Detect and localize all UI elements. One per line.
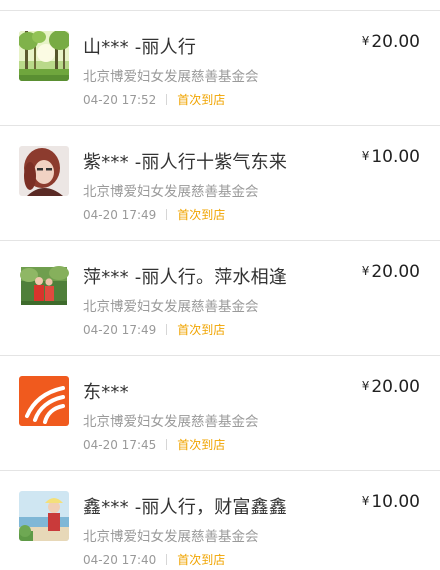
first-visit-tag: 首次到店 (177, 438, 226, 452)
currency-symbol: ¥ (361, 149, 370, 163)
donation-time: 04-20 17:52 (83, 92, 157, 107)
donation-item[interactable]: 东*** ¥20.00 北京博爱妇女发展慈善基金会 04-20 17:45 首次… (0, 356, 440, 470)
amount-value: 10.00 (371, 147, 420, 167)
forest-photo-avatar (19, 31, 69, 81)
donation-amount: ¥20.00 (362, 32, 420, 52)
donation-time: 04-20 17:45 (83, 437, 157, 452)
organization-name: 北京博爱妇女发展慈善基金会 (83, 529, 259, 545)
currency-symbol: ¥ (361, 264, 370, 278)
donation-time: 04-20 17:49 (83, 322, 157, 337)
donation-meta: 04-20 17:49 首次到店 (83, 206, 225, 223)
orange-logo-avatar (19, 376, 69, 426)
amount-value: 20.00 (371, 262, 420, 282)
donation-meta: 04-20 17:40 首次到店 (83, 551, 225, 568)
donation-item[interactable]: 鑫*** -丽人行，财富鑫鑫 ¥10.00 北京博爱妇女发展慈善基金会 04-2… (0, 471, 440, 570)
first-visit-tag: 首次到店 (177, 93, 226, 107)
donor-name: 山*** -丽人行 (83, 37, 197, 58)
beach-photo-avatar (19, 491, 69, 541)
organization-name: 北京博爱妇女发展慈善基金会 (83, 184, 259, 200)
donation-list: 山*** -丽人行 ¥20.00 北京博爱妇女发展慈善基金会 04-20 17:… (0, 0, 440, 570)
currency-symbol: ¥ (361, 494, 370, 508)
meta-separator (166, 94, 168, 105)
meta-separator (166, 324, 168, 335)
donation-item[interactable]: 山*** -丽人行 ¥20.00 北京博爱妇女发展慈善基金会 04-20 17:… (0, 11, 440, 125)
meta-separator (166, 439, 168, 450)
donation-amount: ¥20.00 (362, 262, 420, 282)
donation-time: 04-20 17:40 (83, 552, 157, 567)
first-visit-tag: 首次到店 (177, 323, 226, 337)
donor-name: 鑫*** -丽人行，财富鑫鑫 (83, 497, 288, 518)
donation-item[interactable]: 紫*** -丽人行十紫气东来 ¥10.00 北京博爱妇女发展慈善基金会 04-2… (0, 126, 440, 240)
woman-portrait-avatar (19, 146, 69, 196)
donation-meta: 04-20 17:49 首次到店 (83, 321, 225, 338)
currency-symbol: ¥ (361, 379, 370, 393)
donation-meta: 04-20 17:52 首次到店 (83, 91, 225, 108)
organization-name: 北京博爱妇女发展慈善基金会 (83, 414, 259, 430)
donation-time: 04-20 17:49 (83, 207, 157, 222)
amount-value: 10.00 (371, 492, 420, 512)
organization-name: 北京博爱妇女发展慈善基金会 (83, 299, 259, 315)
currency-symbol: ¥ (361, 34, 370, 48)
meta-separator (166, 209, 168, 220)
donation-amount: ¥20.00 (362, 377, 420, 397)
meta-separator (166, 554, 168, 565)
first-visit-tag: 首次到店 (177, 553, 226, 567)
donation-meta: 04-20 17:45 首次到店 (83, 436, 225, 453)
organization-name: 北京博爱妇女发展慈善基金会 (83, 69, 259, 85)
amount-value: 20.00 (371, 377, 420, 397)
donation-item[interactable]: 萍*** -丽人行。萍水相逢 ¥20.00 北京博爱妇女发展慈善基金会 04-2… (0, 241, 440, 355)
donor-name: 萍*** -丽人行。萍水相逢 (83, 267, 288, 288)
first-visit-tag: 首次到店 (177, 208, 226, 222)
amount-value: 20.00 (371, 32, 420, 52)
donation-amount: ¥10.00 (362, 147, 420, 167)
couple-photo-avatar (19, 261, 69, 311)
donor-name: 紫*** -丽人行十紫气东来 (83, 152, 288, 173)
donor-name: 东*** (83, 382, 129, 403)
donation-amount: ¥10.00 (362, 492, 420, 512)
